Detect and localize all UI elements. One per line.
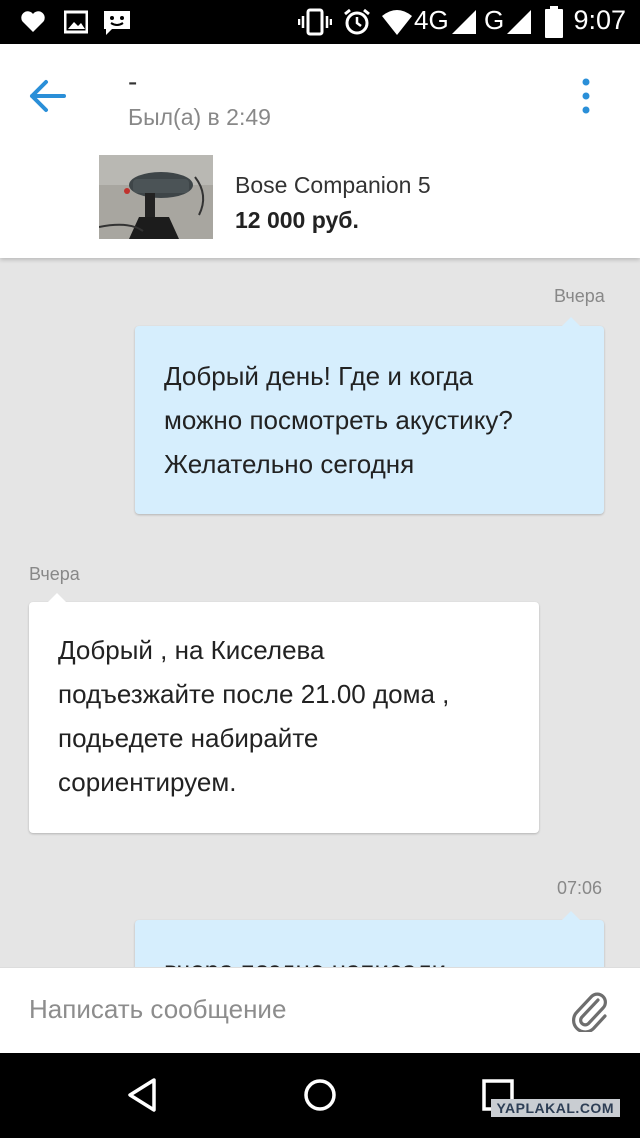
message-composer: Написать сообщение bbox=[0, 967, 640, 1053]
bubble-tail bbox=[561, 911, 581, 921]
system-nav-bar: YAPLAKAL.COM bbox=[0, 1053, 640, 1138]
product-price: 12 000 руб. bbox=[235, 207, 359, 233]
battery-icon bbox=[545, 6, 563, 38]
paperclip-icon bbox=[572, 992, 607, 1034]
attach-button[interactable] bbox=[570, 990, 610, 1034]
back-button[interactable] bbox=[24, 74, 72, 118]
product-thumbnail[interactable] bbox=[99, 155, 213, 239]
nav-home-button[interactable] bbox=[300, 1075, 340, 1115]
triangle-back-icon bbox=[128, 1078, 156, 1112]
message-timestamp: 07:06 bbox=[557, 878, 603, 898]
arrow-left-icon bbox=[30, 80, 66, 112]
alarm-icon bbox=[344, 8, 370, 35]
bubble-tail bbox=[561, 317, 581, 327]
last-seen-status: Был(а) в 2:49 bbox=[128, 104, 271, 130]
message-text: Добрый , на Киселева подъезжайте после 2… bbox=[58, 635, 450, 797]
circle-home-icon bbox=[304, 1079, 336, 1111]
message-timestamp: Вчера bbox=[29, 564, 80, 584]
outgoing-message[interactable]: Добрый день! Где и когда можно посмотрет… bbox=[135, 317, 604, 514]
vibrate-icon bbox=[298, 8, 332, 36]
more-vert-icon bbox=[582, 78, 590, 114]
product-title[interactable]: Bose Companion 5 bbox=[235, 172, 431, 199]
heart-icon bbox=[21, 11, 45, 32]
message-input[interactable]: Написать сообщение bbox=[29, 994, 286, 1025]
message-text: Добрый день! Где и когда можно посмотрет… bbox=[164, 361, 513, 479]
status-time: 9:07 bbox=[573, 5, 626, 35]
network-4g-label: 4G bbox=[414, 5, 449, 35]
network-g-label: G bbox=[484, 5, 505, 35]
more-options-button[interactable] bbox=[570, 74, 602, 118]
nav-back-button[interactable] bbox=[122, 1075, 162, 1115]
watermark: YAPLAKAL.COM bbox=[490, 1099, 620, 1117]
chat-icon bbox=[104, 11, 130, 35]
image-icon bbox=[64, 10, 88, 34]
contact-name: - bbox=[128, 66, 138, 97]
wifi-icon bbox=[382, 10, 412, 35]
bubble-tail bbox=[47, 593, 67, 603]
chat-header: - Был(а) в 2:49 Bose Companion 5 12 000 … bbox=[0, 44, 640, 258]
incoming-message[interactable]: Добрый , на Киселева подъезжайте после 2… bbox=[29, 593, 539, 833]
signal-icon bbox=[507, 10, 531, 34]
product-photo-icon bbox=[99, 155, 213, 239]
message-timestamp: Вчера bbox=[554, 286, 605, 306]
signal-icon bbox=[452, 10, 476, 34]
status-bar: 4G G 9:07 bbox=[0, 0, 640, 44]
